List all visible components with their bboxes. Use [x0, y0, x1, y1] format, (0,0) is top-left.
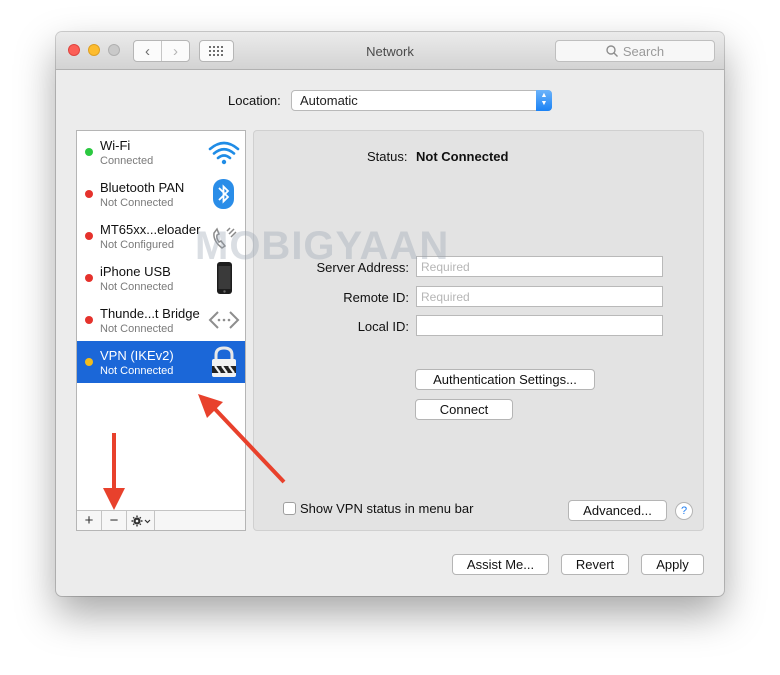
status-dot	[85, 232, 93, 240]
action-menu-button[interactable]	[127, 511, 155, 530]
status-dot	[85, 316, 93, 324]
service-item-thunderbolt-bridge[interactable]: Thunde...t Bridge Not Connected	[77, 299, 245, 341]
advanced-button[interactable]: Advanced...	[568, 500, 667, 521]
service-status: Not Connected	[100, 323, 174, 335]
search-field[interactable]: Search	[555, 40, 715, 62]
service-status: Not Connected	[100, 281, 174, 293]
remove-service-button[interactable]: −	[102, 511, 127, 530]
local-id-field[interactable]	[416, 315, 663, 336]
server-address-field[interactable]	[416, 256, 663, 277]
service-item-vpn-ikev2[interactable]: VPN (IKEv2) Not Connected	[77, 341, 245, 383]
service-list: Wi-Fi Connected Bluetooth PAN Not Connec…	[76, 130, 246, 531]
search-placeholder: Search	[622, 43, 665, 59]
add-service-button[interactable]: +	[77, 511, 102, 530]
service-name: VPN (IKEv2)	[100, 348, 174, 363]
remote-id-label: Remote ID:	[343, 290, 409, 305]
minus-icon: −	[109, 512, 119, 529]
service-item-wifi[interactable]: Wi-Fi Connected	[77, 131, 245, 173]
location-value: Automatic	[300, 93, 358, 108]
local-id-label: Local ID:	[357, 319, 409, 334]
bluetooth-icon	[213, 179, 234, 209]
status-value: Not Connected	[416, 149, 509, 164]
search-icon	[606, 45, 618, 57]
watermark-text: MOBIGYAAN	[195, 224, 450, 268]
service-status: Not Connected	[100, 365, 174, 377]
apply-button[interactable]: Apply	[641, 554, 704, 575]
gear-icon	[131, 515, 150, 526]
thunderbolt-bridge-icon	[208, 311, 240, 329]
status-dot	[85, 274, 93, 282]
service-name: Wi-Fi	[100, 138, 131, 153]
lock-icon	[212, 346, 236, 377]
title-bar: ‹ › Network Search	[56, 32, 724, 70]
status-dot	[85, 148, 93, 156]
network-preferences-window: ‹ › Network Search Location: Automatic ▲…	[56, 32, 724, 596]
service-name: MT65xx...eloader	[100, 222, 201, 237]
vpn-detail-panel: Status: Not Connected Server Address: Re…	[253, 130, 704, 531]
service-list-toolbar: + −	[77, 510, 245, 530]
status-dot	[85, 190, 93, 198]
status-label: Status:	[367, 149, 408, 164]
location-select[interactable]: Automatic ▲ ▼	[291, 90, 552, 111]
service-status: Connected	[100, 155, 154, 167]
connect-button[interactable]: Connect	[415, 399, 513, 420]
service-name: iPhone USB	[100, 264, 171, 279]
service-item-bluetooth-pan[interactable]: Bluetooth PAN Not Connected	[77, 173, 245, 215]
service-status: Not Connected	[100, 197, 174, 209]
service-status: Not Configured	[100, 239, 174, 251]
wifi-icon	[208, 141, 240, 165]
service-name: Thunde...t Bridge	[100, 306, 200, 321]
revert-button[interactable]: Revert	[561, 554, 629, 575]
help-button[interactable]: ?	[675, 502, 693, 520]
service-name: Bluetooth PAN	[100, 180, 185, 195]
remote-id-field[interactable]	[416, 286, 663, 307]
location-label: Location:	[228, 93, 281, 108]
assist-me-button[interactable]: Assist Me...	[452, 554, 549, 575]
authentication-settings-button[interactable]: Authentication Settings...	[415, 369, 595, 390]
chevron-up-down-icon: ▲ ▼	[536, 90, 552, 111]
plus-icon: +	[84, 512, 94, 529]
status-dot	[85, 358, 93, 366]
show-vpn-status-checkbox[interactable]	[283, 502, 296, 515]
show-vpn-status-label: Show VPN status in menu bar	[300, 501, 474, 516]
